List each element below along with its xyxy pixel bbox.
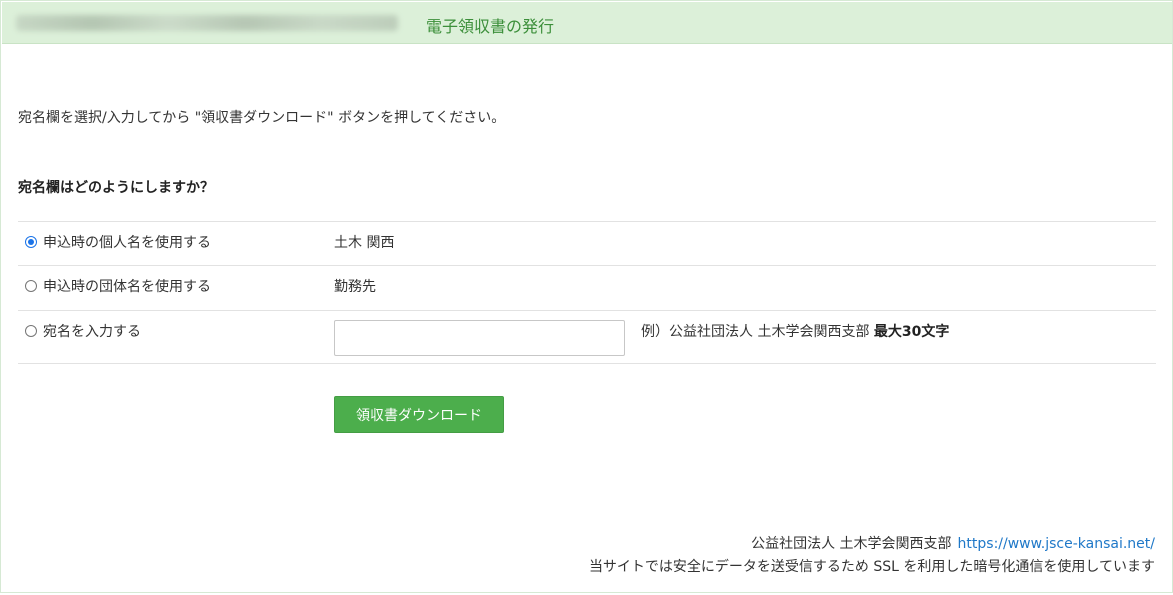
footer-site-link[interactable]: https://www.jsce-kansai.net/ bbox=[958, 536, 1155, 552]
radio-custom-name[interactable] bbox=[25, 325, 37, 337]
example-hint: 例）公益社団法人 土木学会関西支部 最大30文字 bbox=[641, 321, 949, 341]
option-row-custom: 宛名を入力する 例）公益社団法人 土木学会関西支部 最大30文字 bbox=[18, 310, 1156, 364]
panel-header: 電子領収書の発行 bbox=[2, 2, 1172, 44]
receipt-panel: 電子領収書の発行 宛名欄を選択/入力してから "領収書ダウンロード" ボタンを押… bbox=[0, 0, 1173, 593]
organization-name-value: 勤務先 bbox=[334, 279, 376, 295]
instruction-text: 宛名欄を選択/入力してから "領収書ダウンロード" ボタンを押してください。 bbox=[18, 110, 506, 126]
option-row-personal: 申込時の個人名を使用する 土木 関西 bbox=[18, 221, 1156, 265]
radio-organization-name[interactable] bbox=[25, 280, 37, 292]
option-custom-label: 宛名を入力する bbox=[43, 324, 141, 340]
redacted-header-text bbox=[16, 15, 398, 31]
page-title: 電子領収書の発行 bbox=[426, 17, 555, 36]
max-length-note: 最大30文字 bbox=[873, 324, 950, 340]
download-receipt-button[interactable]: 領収書ダウンロード bbox=[334, 396, 504, 433]
option-personal-label: 申込時の個人名を使用する bbox=[43, 235, 211, 251]
personal-name-value: 土木 関西 bbox=[334, 235, 395, 251]
option-custom-name[interactable]: 宛名を入力する bbox=[25, 321, 141, 341]
footer-org-name: 公益社団法人 土木学会関西支部 bbox=[751, 536, 952, 552]
option-organization-name[interactable]: 申込時の団体名を使用する bbox=[25, 276, 211, 296]
addressee-options: 申込時の個人名を使用する 土木 関西 申込時の団体名を使用する 勤務先 宛名を入… bbox=[18, 221, 1156, 364]
custom-name-input[interactable] bbox=[334, 320, 625, 356]
example-text: 例）公益社団法人 土木学会関西支部 bbox=[641, 324, 870, 340]
option-organization-label: 申込時の団体名を使用する bbox=[43, 279, 211, 295]
option-row-organization: 申込時の団体名を使用する 勤務先 bbox=[18, 265, 1156, 310]
radio-personal-name[interactable] bbox=[25, 236, 37, 248]
footer-ssl-notice: 当サイトでは安全にデータを送受信するため SSL を利用した暗号化通信を使用して… bbox=[588, 559, 1155, 575]
addressee-question: 宛名欄はどのようにしますか？ bbox=[18, 180, 214, 196]
footer-org-line: 公益社団法人 土木学会関西支部 https://www.jsce-kansai.n… bbox=[751, 533, 1155, 553]
option-personal-name[interactable]: 申込時の個人名を使用する bbox=[25, 232, 211, 252]
